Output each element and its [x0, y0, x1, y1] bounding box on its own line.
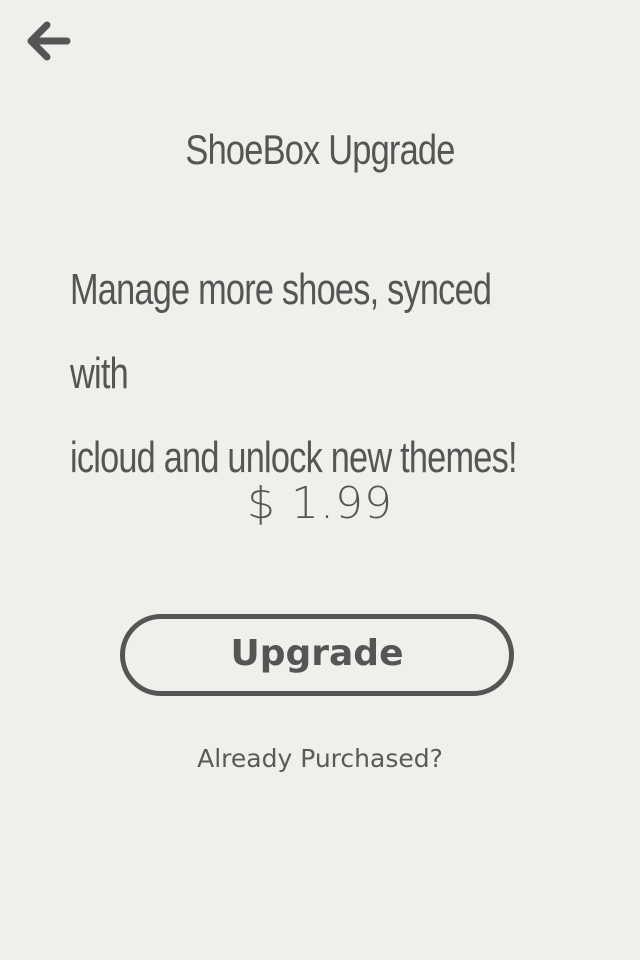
back-button[interactable]: [18, 14, 76, 68]
arrow-left-icon: [27, 21, 71, 61]
description-line: Manage more shoes, synced with: [70, 265, 492, 398]
upgrade-button[interactable]: Upgrade: [120, 614, 514, 696]
page-title: ShoeBox Upgrade: [185, 126, 455, 173]
upgrade-button-label: Upgrade: [230, 632, 404, 674]
price-label: $ 1.99: [247, 478, 393, 529]
upgrade-description: Manage more shoes, synced with icloud an…: [70, 248, 554, 500]
upgrade-screen: ShoeBox Upgrade Manage more shoes, synce…: [0, 0, 640, 960]
already-purchased-link[interactable]: Already Purchased?: [0, 744, 640, 773]
